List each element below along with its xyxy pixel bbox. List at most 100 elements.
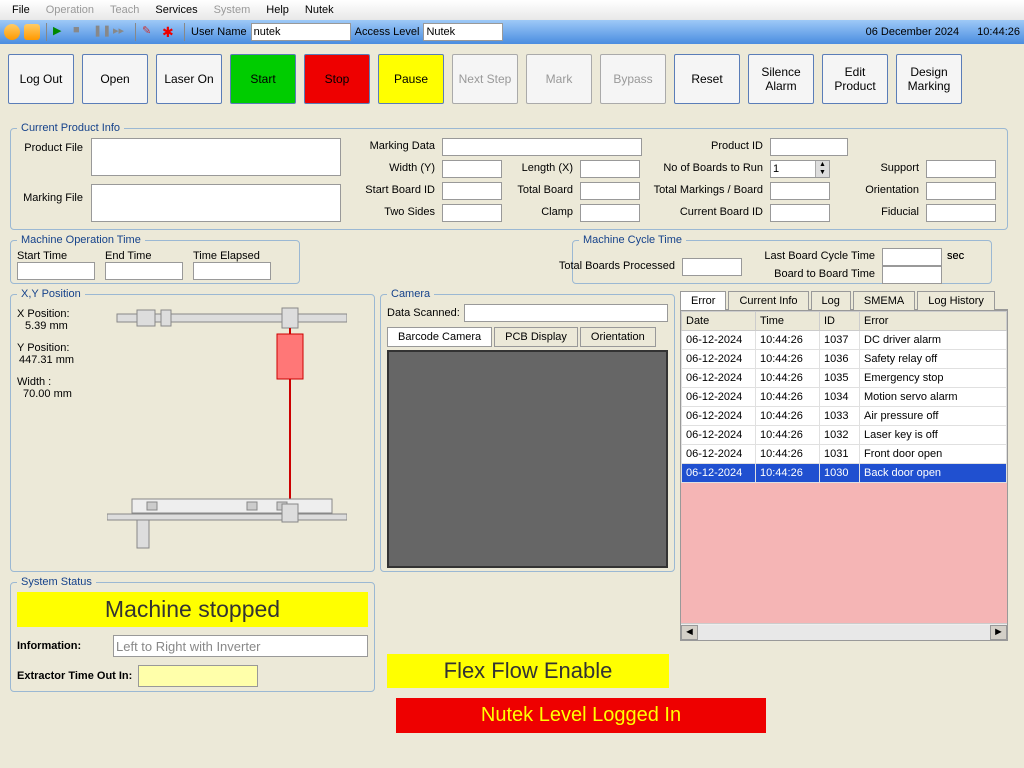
stop-icon[interactable]: ■ xyxy=(73,24,89,40)
table-row[interactable]: 06-12-202410:44:261032Laser key is off xyxy=(682,426,1007,445)
time-elapsed-input[interactable] xyxy=(193,262,271,280)
camera-view xyxy=(387,350,668,568)
product-id-input[interactable] xyxy=(770,138,848,156)
tab-error[interactable]: Error xyxy=(680,291,726,310)
design-marking-button[interactable]: Design Marking xyxy=(896,54,962,104)
menu-help[interactable]: Help xyxy=(258,2,297,18)
menu-nutek[interactable]: Nutek xyxy=(297,2,342,18)
users-icon[interactable] xyxy=(24,24,40,40)
open-button[interactable]: Open xyxy=(82,54,148,104)
edit-icon[interactable]: ✎ xyxy=(142,24,158,40)
reset-button[interactable]: Reset xyxy=(674,54,740,104)
table-cell: 1030 xyxy=(820,464,860,483)
total-markings-board-input[interactable] xyxy=(770,182,830,200)
end-time-input[interactable] xyxy=(105,262,183,280)
spin-up-icon[interactable]: ▲ xyxy=(815,161,829,169)
xy-position-panel: X,Y Position X Position: 5.39 mm Y Posit… xyxy=(10,288,375,572)
silence-alarm-button[interactable]: Silence Alarm xyxy=(748,54,814,104)
no-boards-run-spinner[interactable]: ▲▼ xyxy=(770,160,830,178)
tab-pcb-display[interactable]: PCB Display xyxy=(494,327,578,347)
table-row[interactable]: 06-12-202410:44:261037DC driver alarm xyxy=(682,331,1007,350)
table-cell: Front door open xyxy=(860,445,1007,464)
laser-star-icon[interactable]: ✱ xyxy=(162,24,178,40)
data-scanned-input[interactable] xyxy=(464,304,668,322)
tab-barcode-camera[interactable]: Barcode Camera xyxy=(387,327,492,347)
scroll-right-icon[interactable]: ► xyxy=(990,625,1007,640)
mot-legend: Machine Operation Time xyxy=(17,234,145,246)
spin-down-icon[interactable]: ▼ xyxy=(815,169,829,177)
table-cell: 1031 xyxy=(820,445,860,464)
support-input[interactable] xyxy=(926,160,996,178)
width-y-input[interactable] xyxy=(442,160,502,178)
col-time[interactable]: Time xyxy=(756,312,820,331)
user-icon[interactable] xyxy=(4,24,20,40)
camera-panel: Camera Data Scanned: Barcode Camera PCB … xyxy=(380,288,675,572)
table-row[interactable]: 06-12-202410:44:261031Front door open xyxy=(682,445,1007,464)
marking-file-input[interactable] xyxy=(91,184,341,222)
scrollbar-horizontal[interactable]: ◄ ► xyxy=(681,623,1007,640)
product-id-label: Product ID xyxy=(647,140,767,152)
pause-icon[interactable]: ❚❚ xyxy=(93,24,109,40)
information-input[interactable] xyxy=(113,635,368,657)
last-board-cycle-input[interactable] xyxy=(882,248,942,266)
start-board-id-input[interactable] xyxy=(442,182,502,200)
step-icon[interactable]: ▸▸ xyxy=(113,24,129,40)
col-error[interactable]: Error xyxy=(860,312,1007,331)
width-y-label: Width (Y) xyxy=(349,162,439,174)
scroll-left-icon[interactable]: ◄ xyxy=(681,625,698,640)
tab-orientation[interactable]: Orientation xyxy=(580,327,656,347)
menu-teach: Teach xyxy=(102,2,147,18)
tab-current-info[interactable]: Current Info xyxy=(728,291,808,310)
bypass-button: Bypass xyxy=(600,54,666,104)
table-row[interactable]: 06-12-202410:44:261030Back door open xyxy=(682,464,1007,483)
main-button-row: Log Out Open Laser On Start Stop Pause N… xyxy=(0,44,1024,114)
username-input[interactable] xyxy=(251,23,351,41)
total-boards-processed-input[interactable] xyxy=(682,258,742,276)
login-level-banner: Nutek Level Logged In xyxy=(396,698,766,733)
product-file-input[interactable] xyxy=(91,138,341,176)
stop-button[interactable]: Stop xyxy=(304,54,370,104)
start-button[interactable]: Start xyxy=(230,54,296,104)
marking-data-input[interactable] xyxy=(442,138,642,156)
board-to-board-input[interactable] xyxy=(882,266,942,284)
time-elapsed-label: Time Elapsed xyxy=(193,250,271,262)
length-x-input[interactable] xyxy=(580,160,640,178)
table-row[interactable]: 06-12-202410:44:261035Emergency stop xyxy=(682,369,1007,388)
edit-product-button[interactable]: Edit Product xyxy=(822,54,888,104)
orientation-input[interactable] xyxy=(926,182,996,200)
table-cell: 06-12-2024 xyxy=(682,407,756,426)
access-level-input[interactable] xyxy=(423,23,503,41)
table-row[interactable]: 06-12-202410:44:261033Air pressure off xyxy=(682,407,1007,426)
extractor-timeout-input[interactable] xyxy=(138,665,258,687)
scroll-track[interactable] xyxy=(698,625,990,640)
no-boards-run-input[interactable] xyxy=(771,161,815,177)
tab-smema[interactable]: SMEMA xyxy=(853,291,915,310)
col-id[interactable]: ID xyxy=(820,312,860,331)
current-board-id-input[interactable] xyxy=(770,204,830,222)
menu-system: System xyxy=(206,2,259,18)
tab-log[interactable]: Log xyxy=(811,291,851,310)
table-cell: 10:44:26 xyxy=(756,388,820,407)
two-sides-input[interactable] xyxy=(442,204,502,222)
toolbar: ▶ ■ ❚❚ ▸▸ ✎ ✱ User Name Access Level 06 … xyxy=(0,20,1024,44)
table-cell: 06-12-2024 xyxy=(682,388,756,407)
col-date[interactable]: Date xyxy=(682,312,756,331)
table-cell: 1037 xyxy=(820,331,860,350)
table-row[interactable]: 06-12-202410:44:261036Safety relay off xyxy=(682,350,1007,369)
total-board-input[interactable] xyxy=(580,182,640,200)
next-step-button: Next Step xyxy=(452,54,518,104)
table-cell: 10:44:26 xyxy=(756,369,820,388)
start-time-input[interactable] xyxy=(17,262,95,280)
tab-log-history[interactable]: Log History xyxy=(917,291,995,310)
current-board-id-label: Current Board ID xyxy=(647,206,767,218)
laser-on-button[interactable]: Laser On xyxy=(156,54,222,104)
play-icon[interactable]: ▶ xyxy=(53,24,69,40)
logout-button[interactable]: Log Out xyxy=(8,54,74,104)
table-cell: Air pressure off xyxy=(860,407,1007,426)
pause-button[interactable]: Pause xyxy=(378,54,444,104)
menu-file[interactable]: File xyxy=(4,2,38,18)
menu-services[interactable]: Services xyxy=(147,2,205,18)
clamp-input[interactable] xyxy=(580,204,640,222)
table-row[interactable]: 06-12-202410:44:261034Motion servo alarm xyxy=(682,388,1007,407)
fiducial-input[interactable] xyxy=(926,204,996,222)
